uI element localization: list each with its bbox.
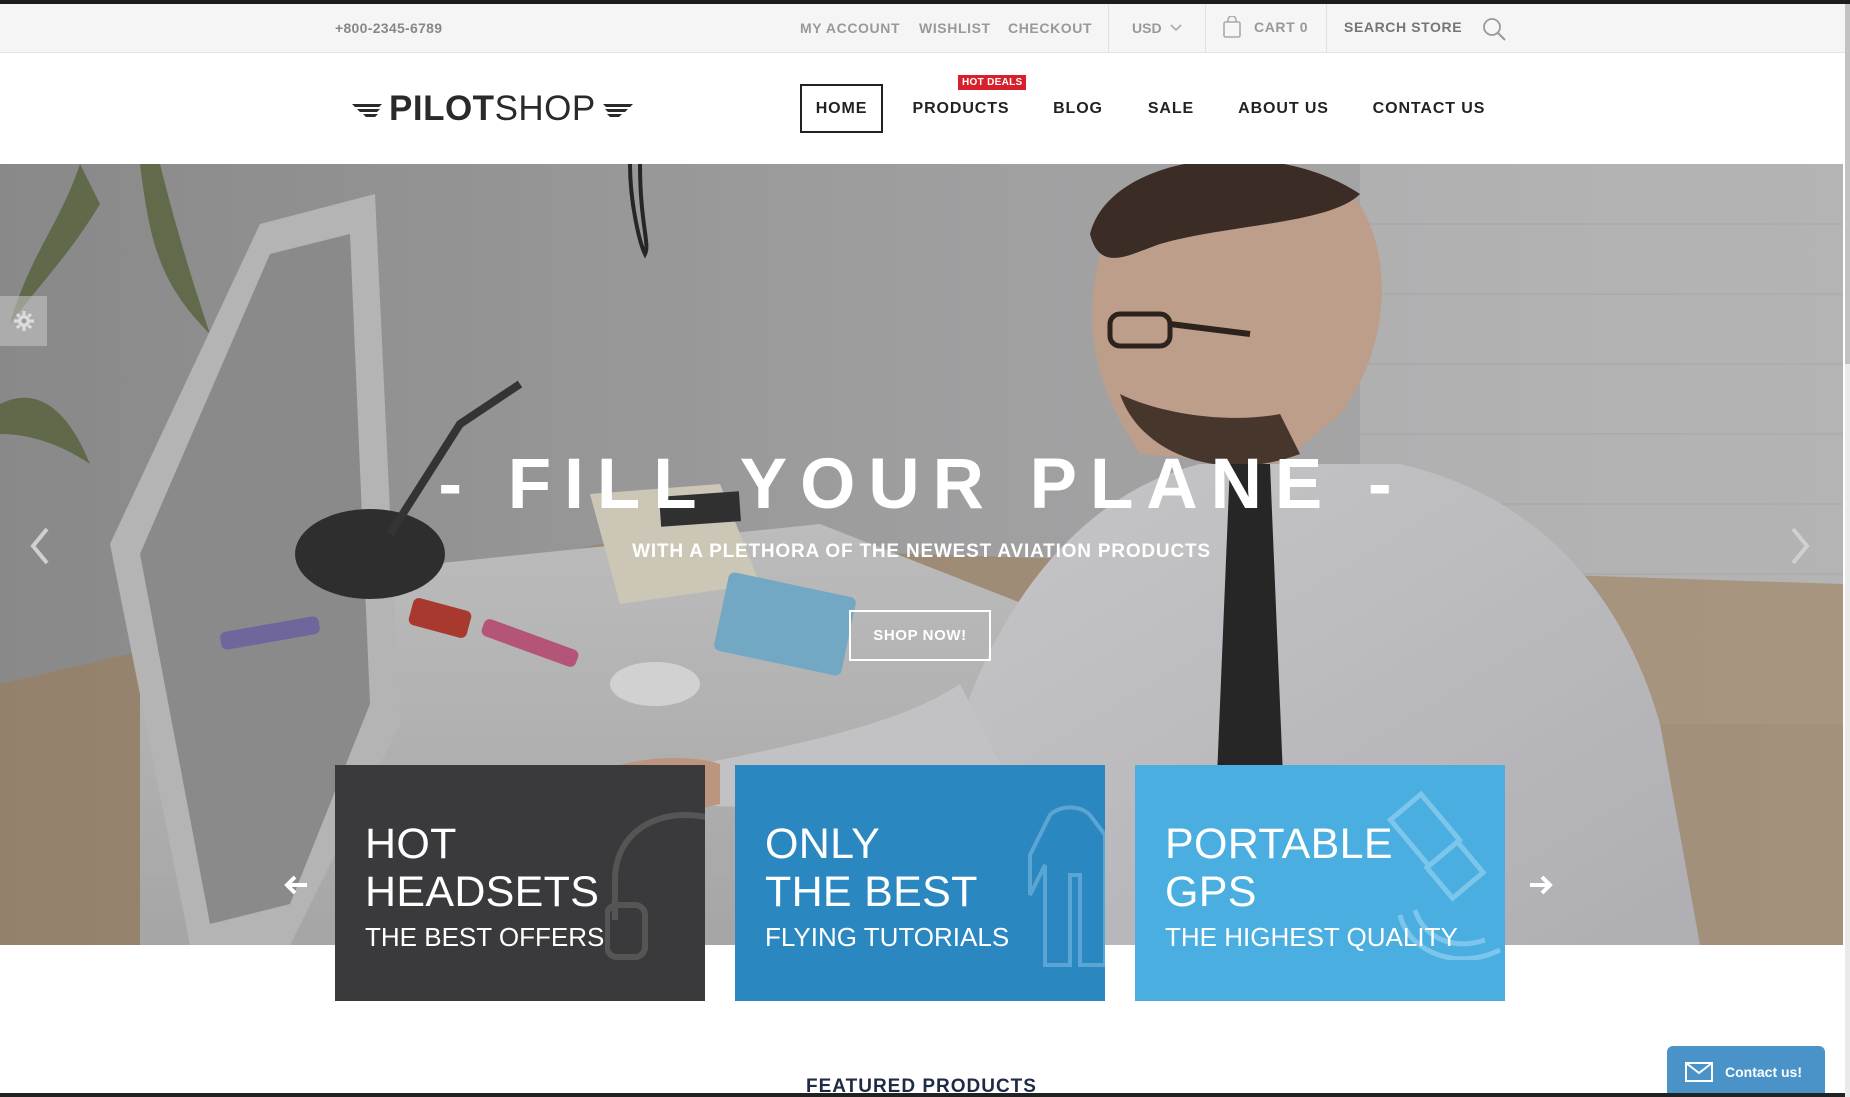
cart-button[interactable]: CART 0 (1222, 16, 1308, 38)
wishlist-link[interactable]: WISHLIST (919, 20, 991, 36)
logo-text: PILOTSHOP (389, 89, 596, 129)
jacket-icon (1028, 805, 1105, 967)
main-header: PILOTSHOP HOME HOT DEALS PRODUCTS BLOG S… (0, 54, 1845, 164)
hero-title: - FILL YOUR PLANE - (438, 445, 1405, 524)
divider (1108, 4, 1109, 53)
scrollbar-thumb[interactable] (1845, 4, 1850, 364)
nav-home[interactable]: HOME (800, 84, 883, 133)
promo-line2: HEADSETS (365, 868, 600, 916)
promo-line1: HOT (365, 820, 457, 868)
nav-sale[interactable]: SALE (1143, 84, 1199, 133)
search-input[interactable] (1344, 19, 1474, 35)
promo-line1: PORTABLE (1165, 820, 1393, 868)
nav-blog[interactable]: BLOG (1050, 84, 1106, 133)
divider (1326, 4, 1327, 53)
promo-line3: THE BEST OFFERS (365, 922, 605, 952)
promo-tile-gps[interactable]: PORTABLE GPS THE HIGHEST QUALITY (1135, 765, 1505, 1001)
settings-panel-toggle[interactable] (0, 296, 47, 346)
window-bottom-edge (0, 1093, 1845, 1097)
site-logo[interactable]: PILOTSHOP (352, 89, 633, 129)
vertical-scrollbar[interactable] (1845, 4, 1850, 1097)
search-icon[interactable] (1481, 16, 1507, 42)
shopping-bag-icon (1223, 16, 1241, 38)
checkout-link[interactable]: CHECKOUT (1008, 20, 1092, 36)
nav-about-us[interactable]: ABOUT US (1236, 84, 1331, 133)
promo-line2: THE BEST (765, 868, 978, 916)
contact-us-label: Contact us! (1725, 1063, 1802, 1080)
contact-us-widget[interactable]: Contact us! (1667, 1046, 1825, 1097)
promo-tile-tutorials[interactable]: ONLY THE BEST FLYING TUTORIALS (735, 765, 1105, 1001)
phone-number: +800-2345-6789 (335, 20, 443, 36)
chevron-down-icon[interactable] (1169, 20, 1183, 34)
my-account-link[interactable]: MY ACCOUNT (800, 20, 900, 36)
promo-line1: ONLY (765, 820, 881, 868)
logo-text-bold: PILOT (389, 89, 495, 128)
gear-icon (13, 311, 34, 331)
left-wing-icon (352, 104, 382, 117)
promo-prev-arrow-icon[interactable] (283, 872, 309, 898)
logo-text-light: SHOP (494, 89, 596, 128)
promo-line3: THE HIGHEST QUALITY (1165, 922, 1458, 952)
promo-line3: FLYING TUTORIALS (765, 922, 1010, 952)
envelope-icon (1685, 1061, 1713, 1082)
currency-selector[interactable]: USD (1132, 20, 1162, 36)
promo-line2: GPS (1165, 868, 1257, 916)
promo-tile-headsets[interactable]: HOT HEADSETS THE BEST OFFERS (335, 765, 705, 1001)
promo-next-arrow-icon[interactable] (1528, 872, 1554, 898)
nav-contact-us[interactable]: CONTACT US (1370, 84, 1488, 133)
hero-subtitle: WITH A PLETHORA OF THE NEWEST AVIATION P… (632, 541, 1211, 562)
top-bar: +800-2345-6789 MY ACCOUNT WISHLIST CHECK… (0, 4, 1845, 53)
shop-now-button[interactable]: SHOP NOW! (849, 610, 991, 661)
cart-label: CART 0 (1254, 19, 1309, 35)
right-wing-icon (602, 104, 633, 117)
nav-products[interactable]: PRODUCTS (903, 84, 1019, 133)
headset-icon (605, 811, 705, 960)
divider (1205, 4, 1206, 53)
